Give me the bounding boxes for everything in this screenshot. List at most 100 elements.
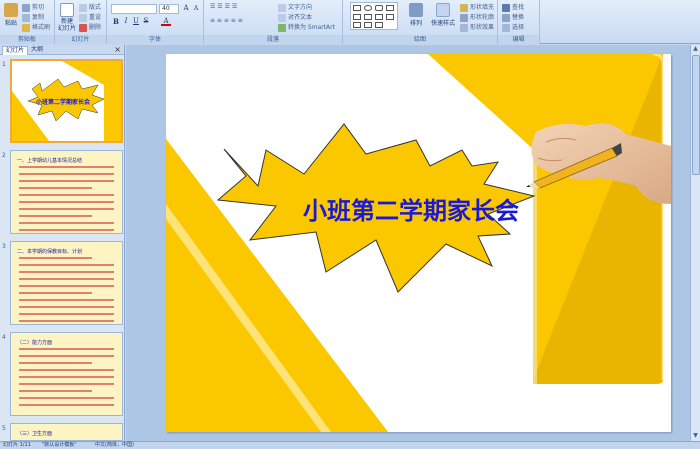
clipboard-label: 剪贴板: [0, 35, 54, 44]
slide-thumbnail-4[interactable]: （二）能力方面: [10, 332, 123, 416]
replace-button[interactable]: 替换: [502, 12, 524, 22]
shrink-font-button[interactable]: A: [191, 4, 201, 13]
paragraph-group: ☰ ☰ ☰ ☰ ≡ ≡ ≡ ≡ ≡ 文字方向 对齐文本 转换为 SmartArt…: [204, 0, 343, 44]
font-size-combo[interactable]: 40: [159, 4, 179, 14]
font-group: 40 A A B I U S A 字体: [107, 0, 204, 44]
italic-button[interactable]: I: [121, 17, 131, 26]
shapes-gallery[interactable]: [350, 2, 398, 30]
heart-shape-icon[interactable]: [375, 22, 383, 28]
slides-panel: 幻灯片 大纲 × 1 小班第二学期家长会 2 一、上学期幼儿基本情况总结 3 二…: [0, 45, 125, 441]
shape-effects-button[interactable]: 形状效果: [460, 22, 494, 32]
slide-thumbnail-3[interactable]: 二、本学期的保教目标、计划: [10, 241, 123, 325]
binoculars-icon: [502, 3, 510, 12]
new-slide-button[interactable]: 新建 幻灯片: [57, 3, 77, 32]
theme-name: "默认设计模板": [42, 442, 77, 448]
clipboard-group: 粘贴 剪切 复制 格式刷 剪贴板: [0, 0, 55, 44]
paste-icon: [4, 3, 18, 17]
drawing-label: 绘图: [343, 35, 497, 44]
shape-fill-button[interactable]: 形状填充: [460, 2, 494, 12]
scroll-up-icon[interactable]: ▲: [691, 45, 700, 54]
cursor-icon: [502, 23, 510, 32]
delete-button[interactable]: 删除: [79, 22, 101, 32]
slide-title[interactable]: 小班第二学期家长会: [261, 191, 561, 226]
replace-icon: [502, 13, 510, 22]
tab-outline[interactable]: 大纲: [28, 46, 46, 55]
cut-button[interactable]: 剪切: [22, 2, 44, 12]
reset-button[interactable]: 重设: [79, 12, 101, 22]
reset-icon: [79, 13, 87, 22]
thumb-4-heading: （二）能力方面: [17, 340, 53, 346]
smartart-icon: [278, 23, 286, 32]
slide-canvas[interactable]: 小班第二学期家长会: [166, 54, 671, 432]
thumb-2-heading: 一、上学期幼儿基本情况总结: [17, 158, 83, 164]
editing-label: 编辑: [498, 35, 539, 44]
curve-shape-icon[interactable]: [353, 22, 361, 28]
quick-styles-button[interactable]: 快速样式: [428, 3, 458, 27]
language-indicator[interactable]: 中文(简体，中国): [95, 442, 134, 449]
close-icon[interactable]: ×: [114, 45, 121, 54]
effects-icon: [460, 23, 468, 32]
copy-icon: [22, 13, 30, 22]
delete-icon: [79, 23, 87, 32]
slide-art: [166, 54, 671, 432]
scroll-thumb[interactable]: [692, 55, 700, 175]
align-text-button[interactable]: 对齐文本: [278, 12, 312, 22]
text-direction-button[interactable]: 文字方向: [278, 2, 312, 12]
font-name-combo[interactable]: [111, 4, 157, 14]
star-shape-icon[interactable]: [375, 14, 383, 20]
line-shape-icon[interactable]: [353, 14, 361, 20]
callout-shape-icon[interactable]: [386, 14, 394, 20]
editing-group: 查找 替换 选择 编辑: [498, 0, 540, 44]
slide-number: 1: [2, 61, 6, 68]
underline-button[interactable]: U: [131, 17, 141, 26]
oval-shape-icon[interactable]: [364, 5, 372, 11]
font-color-button[interactable]: A: [161, 17, 171, 26]
align-buttons[interactable]: ≡ ≡ ≡ ≡ ≡: [210, 17, 243, 24]
slide-number: 3: [2, 243, 6, 250]
rounded-rect-shape-icon[interactable]: [375, 5, 383, 11]
slides-group: 新建 幻灯片 版式 重设 删除 幻灯片: [55, 0, 107, 44]
grow-font-button[interactable]: A: [181, 4, 191, 13]
font-label: 字体: [107, 35, 203, 44]
pen-icon: [460, 13, 468, 22]
shape-outline-button[interactable]: 形状轮廓: [460, 12, 494, 22]
align-text-icon: [278, 13, 286, 22]
bold-button[interactable]: B: [111, 17, 121, 26]
copy-button[interactable]: 复制: [22, 12, 44, 22]
format-painter-button[interactable]: 格式刷: [22, 22, 50, 32]
scissors-icon: [22, 3, 30, 12]
find-button[interactable]: 查找: [502, 2, 524, 12]
layout-button[interactable]: 版式: [79, 2, 101, 12]
paragraph-label: 段落: [204, 35, 342, 44]
brace-shape-icon[interactable]: [364, 22, 372, 28]
slides-label: 幻灯片: [55, 35, 106, 44]
slide-thumbnail-1[interactable]: 小班第二学期家长会: [10, 59, 123, 143]
slide-thumbnail-5[interactable]: （三）卫生方面: [10, 423, 123, 441]
layout-icon: [79, 3, 87, 12]
paste-button[interactable]: 粘贴: [2, 3, 20, 27]
thumb-1-title: 小班第二学期家长会: [36, 99, 91, 106]
tab-slides[interactable]: 幻灯片: [2, 46, 29, 55]
thumb-3-heading: 二、本学期的保教目标、计划: [17, 249, 83, 255]
thumb-5-heading: （三）卫生方面: [17, 431, 53, 437]
vertical-scrollbar[interactable]: ▲ ▼: [690, 45, 700, 441]
quick-styles-icon: [436, 3, 450, 17]
rectangle-shape-icon[interactable]: [353, 5, 361, 11]
arrow-shape-icon[interactable]: [364, 14, 372, 20]
new-slide-icon: [60, 3, 74, 17]
slide-editor: 小班第二学期家长会 ▲ ▼: [126, 45, 700, 441]
scroll-down-icon[interactable]: ▼: [691, 432, 700, 441]
select-button[interactable]: 选择: [502, 22, 524, 32]
brush-icon: [22, 23, 30, 32]
slide-thumbnail-2[interactable]: 一、上学期幼儿基本情况总结: [10, 150, 123, 234]
slide-number: 5: [2, 425, 6, 432]
strikethrough-button[interactable]: S: [141, 17, 151, 26]
arrange-button[interactable]: 排列: [405, 3, 427, 27]
slide-number: 2: [2, 152, 6, 159]
bullets-button[interactable]: ☰ ☰ ☰ ☰: [210, 3, 237, 10]
slide-number: 4: [2, 334, 6, 341]
triangle-shape-icon[interactable]: [386, 5, 394, 11]
panel-tabs: 幻灯片 大纲 ×: [0, 45, 124, 55]
smartart-button[interactable]: 转换为 SmartArt: [278, 22, 335, 32]
text-direction-icon: [278, 3, 286, 12]
